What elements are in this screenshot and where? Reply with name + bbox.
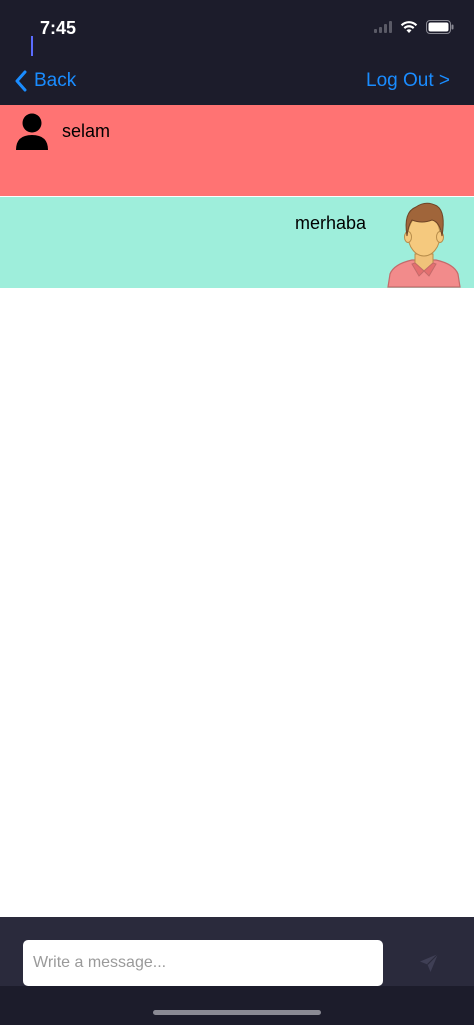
chevron-left-icon bbox=[15, 70, 27, 92]
logout-label: Log Out > bbox=[366, 70, 450, 91]
status-icons bbox=[374, 20, 454, 34]
navigation-bar: Back Log Out > bbox=[0, 58, 474, 105]
message-row-outgoing: merhaba bbox=[0, 197, 474, 288]
message-input[interactable] bbox=[23, 940, 383, 986]
message-row-incoming: selam bbox=[0, 105, 474, 196]
back-button[interactable]: Back bbox=[14, 66, 76, 96]
message-list[interactable]: selam merhaba bbox=[0, 105, 474, 917]
composer-safe-area bbox=[0, 986, 474, 1025]
user-silhouette-icon bbox=[16, 113, 48, 150]
status-time: 7:45 bbox=[40, 18, 77, 38]
message-text: selam bbox=[62, 121, 111, 141]
status-bar: 7:45 bbox=[0, 0, 474, 58]
battery-icon bbox=[426, 20, 454, 34]
home-indicator[interactable] bbox=[153, 1010, 321, 1015]
logout-button[interactable]: Log Out > bbox=[366, 66, 450, 96]
back-label: Back bbox=[34, 70, 77, 91]
send-icon[interactable] bbox=[418, 952, 440, 974]
wifi-icon bbox=[400, 21, 418, 33]
cellular-signal-icon bbox=[374, 21, 392, 33]
message-text: merhaba bbox=[294, 213, 366, 233]
text-caret bbox=[31, 36, 33, 56]
man-avatar-icon bbox=[387, 202, 461, 288]
